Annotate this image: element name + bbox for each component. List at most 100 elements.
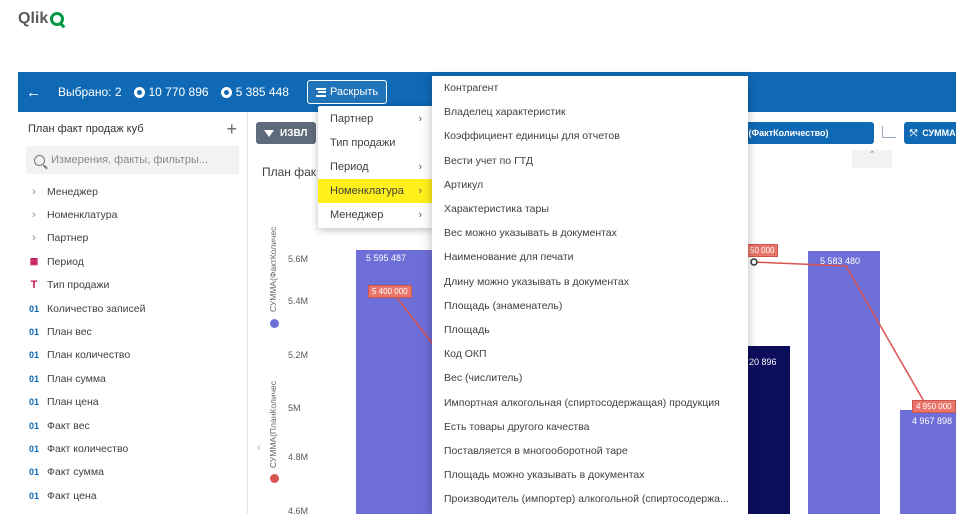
submenu-item[interactable]: Характеристика тары <box>432 197 748 221</box>
sidebar-field-item[interactable]: ▦ Период <box>18 250 247 273</box>
legend-dot-plan <box>270 474 279 483</box>
chevron-right-icon: › <box>418 161 422 173</box>
submenu-item[interactable]: Длину можно указывать в документах <box>432 270 748 294</box>
chevron-right-icon: › <box>418 113 422 125</box>
sidebar-field-label: Период <box>47 255 84 268</box>
y-axis-tick-label: 5.2M <box>288 350 309 360</box>
expand-menu-item[interactable]: Менеджер › <box>318 203 434 227</box>
numeric-type-icon: 01 <box>28 350 39 361</box>
numeric-type-icon: 01 <box>28 303 39 314</box>
expand-menu-item[interactable]: Период › <box>318 155 434 179</box>
search-placeholder: Измерения, факты, фильтры... <box>51 154 209 166</box>
qlik-logo: Qlik <box>18 10 65 28</box>
submenu-item[interactable]: Артикул <box>432 173 748 197</box>
measure-total-2-value: 5 385 448 <box>235 85 289 99</box>
chevron-right-icon: › <box>418 209 422 221</box>
filter-icon <box>264 129 274 137</box>
expand-menu-item-label: Номенклатура <box>330 185 404 197</box>
expand-menu-item[interactable]: Тип продажи <box>318 131 434 155</box>
sidebar-field-item[interactable]: 01 План сумма <box>18 367 247 390</box>
sidebar-field-item[interactable]: 01 Факт сумма <box>18 461 247 484</box>
sidebar-field-item[interactable]: 01 План вес <box>18 320 247 343</box>
y-axis-title: СУММА(ПланКоличес <box>268 380 278 468</box>
sidebar-field-item[interactable]: › Партнер <box>18 227 247 250</box>
numeric-type-icon: 01 <box>28 327 39 338</box>
numeric-type-icon: 01 <box>28 467 39 478</box>
plan-line-point[interactable] <box>750 258 758 266</box>
numeric-type-icon: 01 <box>28 373 39 384</box>
line-chart-icon: ⤲ <box>910 127 918 138</box>
submenu-item[interactable]: Вести учет по ГТД <box>432 149 748 173</box>
measure-button-label: А(ФактКоличество) <box>742 128 829 138</box>
numeric-type-icon: 01 <box>28 420 39 431</box>
chevron-right-icon: › <box>418 185 422 197</box>
submenu-item[interactable]: Контрагент <box>432 76 748 100</box>
chevron-left-icon[interactable]: ‹ <box>257 442 261 454</box>
measure-total-1-value: 10 770 896 <box>148 85 209 99</box>
plan-value-label: 5 400 000 <box>368 285 412 298</box>
submenu-item[interactable]: Вес (числитель) <box>432 366 748 390</box>
cube-title: План факт продаж куб <box>28 123 144 135</box>
sidebar-field-item[interactable]: 01 Факт цена <box>18 484 247 507</box>
submenu-item[interactable]: Поставляется в многооборотной таре <box>432 439 748 463</box>
sidebar-field-label: План количество <box>47 349 131 362</box>
numeric-type-icon: 01 <box>28 443 39 454</box>
sidebar-field-item[interactable]: › Номенклатура <box>18 203 247 226</box>
arrow-left-icon[interactable]: ← <box>26 84 44 101</box>
sidebar-field-label: Факт вес <box>47 419 90 432</box>
nomenclature-submenu: Контрагент Владелец характеристик Коэффици… <box>432 76 748 514</box>
sidebar-field-label: План сумма <box>47 372 106 385</box>
field-list: › Менеджер › Номенклатура › Партнер ▦ Период T Ти… <box>18 180 247 507</box>
sidebar-field-label: План вес <box>47 326 92 339</box>
sidebar-field-label: Факт количество <box>47 442 129 455</box>
sidebar-field-item[interactable]: 01 План количество <box>18 344 247 367</box>
text-type-icon: T <box>30 279 38 292</box>
legend-dot-fact <box>270 319 279 328</box>
numeric-type-icon: 01 <box>28 397 39 408</box>
expand-menu-item[interactable]: Номенклатура › <box>318 179 434 203</box>
chevron-up-icon: ⌃ <box>868 150 877 161</box>
plus-icon[interactable]: + <box>226 119 237 140</box>
submenu-item[interactable]: Наименование для печати <box>432 245 748 269</box>
sidebar-field-item[interactable]: T Тип продажи <box>18 274 247 297</box>
sidebar-field-item[interactable]: › Менеджер <box>18 180 247 203</box>
submenu-item[interactable]: Площадь (знаменатель) <box>432 294 748 318</box>
filter-button-label: ИЗВЛ <box>280 127 308 139</box>
sidebar-field-label: Факт цена <box>47 489 97 502</box>
chart-bar[interactable] <box>808 251 880 514</box>
sidebar-field-label: Количество записей <box>47 302 146 315</box>
selected-count[interactable]: Выбрано: 2 <box>58 85 122 99</box>
submenu-item[interactable]: Коэффициент единицы для отчетов <box>432 124 748 148</box>
measure-button-2[interactable]: ⤲ СУММА( <box>904 122 956 144</box>
submenu-item[interactable]: Код ОКП <box>432 342 748 366</box>
chart-type-icon[interactable] <box>882 126 896 138</box>
filter-button[interactable]: ИЗВЛ <box>256 122 316 144</box>
expand-menu-item[interactable]: Партнер › <box>318 107 434 131</box>
sidebar-field-item[interactable]: 01 Количество записей <box>18 297 247 320</box>
submenu-item[interactable]: Импортная алкогольная (спиртосодержащая)… <box>432 390 748 414</box>
chevron-right-icon: › <box>32 209 36 222</box>
bar-value-label: 5 595 487 <box>366 253 407 263</box>
sidebar-field-label: Тип продажи <box>47 279 110 292</box>
sidebar-field-item[interactable]: 01 Факт количество <box>18 437 247 460</box>
logo-text: Qlik <box>18 10 49 27</box>
sidebar-field-item[interactable]: 01 Факт вес <box>18 414 247 437</box>
search-field[interactable]: Измерения, факты, фильтры... <box>26 146 239 174</box>
chart-bar[interactable] <box>748 346 790 514</box>
measure-button[interactable]: А(ФактКоличество) <box>734 122 874 144</box>
submenu-item[interactable]: Вес можно указывать в документах <box>432 221 748 245</box>
expand-icon <box>315 87 326 97</box>
submenu-item[interactable]: Есть товары другого качества <box>432 415 748 439</box>
measure-total-2: 5 385 448 <box>220 85 289 99</box>
sidebar-field-item[interactable]: 01 План цена <box>18 391 247 414</box>
sidebar-field-label: Партнер <box>47 232 89 245</box>
chart-title: План фак <box>262 165 317 179</box>
submenu-item[interactable]: Производитель (импортер) алкогольной (сп… <box>432 487 748 511</box>
expand-menu-item-label: Партнер <box>330 113 374 125</box>
sidebar-field-label: Факт сумма <box>47 466 104 479</box>
expand-button[interactable]: Раскрыть <box>306 80 388 104</box>
submenu-item[interactable]: Владелец характеристик <box>432 100 748 124</box>
submenu-item[interactable]: Площадь <box>432 318 748 342</box>
submenu-item[interactable]: Площадь можно указывать в документах <box>432 463 748 487</box>
y-axis-tick-label: 5.4M <box>288 296 309 306</box>
